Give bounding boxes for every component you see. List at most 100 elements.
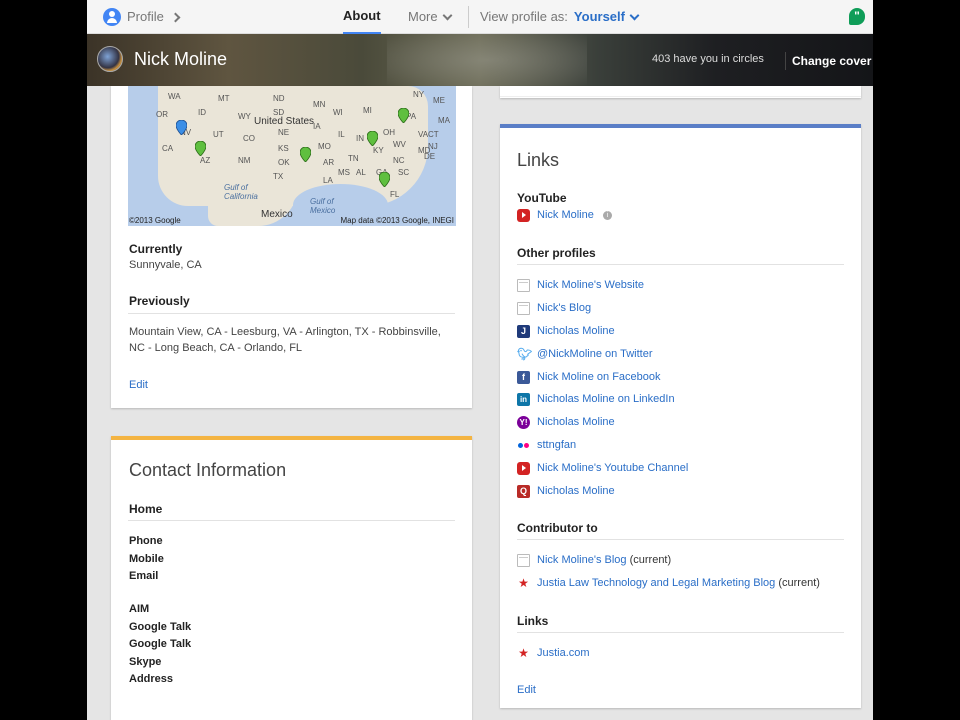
map-pin-blue[interactable]	[176, 120, 187, 135]
divider	[517, 632, 844, 633]
j-icon: J	[517, 324, 530, 338]
youtube-label: YouTube	[517, 191, 567, 205]
email-label: Email	[129, 570, 159, 582]
view-as-dropdown[interactable]: Yourself	[574, 1, 640, 33]
cover-bar: Nick Moline 403 have you in circles Chan…	[87, 34, 873, 86]
chevron-down-icon	[629, 10, 640, 20]
profile-menu-button[interactable]: Profile	[103, 0, 181, 34]
map-state-label: IL	[338, 130, 345, 139]
map-state-label: OK	[278, 158, 290, 167]
profile-page: Profile About More View profile as: Your…	[87, 0, 873, 720]
tab-about[interactable]: About	[343, 0, 381, 34]
map-state-label: NY	[413, 90, 425, 99]
other-profile-link[interactable]: in Nicholas Moline on LinkedIn	[517, 391, 675, 407]
other-profile-link[interactable]: 🐦︎ @NickMoline on Twitter	[517, 346, 653, 362]
justia-icon: ★	[518, 575, 529, 590]
page-icon	[517, 301, 530, 315]
youtube-link-label: Nick Moline	[537, 209, 594, 221]
links-card: Links YouTube Nick Moline i Other profil…	[500, 124, 861, 708]
contributor-link[interactable]: ★ Justia Law Technology and Legal Market…	[517, 575, 820, 591]
other-profile-link[interactable]: Nick Moline's Website	[517, 277, 644, 293]
other-profile-label: Nick Moline on Facebook	[537, 371, 661, 383]
map-pin-green[interactable]	[379, 172, 390, 187]
change-cover-button[interactable]: Change cover	[785, 52, 871, 70]
currently-value: Sunnyvale, CA	[129, 259, 202, 271]
contributor-status: (current)	[778, 577, 820, 589]
aim-label: AIM	[129, 603, 150, 615]
youtube-link[interactable]: Nick Moline i	[517, 207, 612, 223]
map-state-label: NE	[278, 128, 290, 137]
previously-label: Previously	[129, 294, 190, 308]
website-link-label: Justia.com	[537, 647, 590, 659]
website-link[interactable]: ★ Justia.com	[517, 645, 590, 661]
map-pin-green[interactable]	[300, 147, 311, 162]
facebook-icon: f	[517, 370, 530, 384]
map-state-label: ID	[198, 108, 206, 117]
view-as-label: View profile as:	[480, 9, 568, 24]
places-edit-link[interactable]: Edit	[129, 377, 148, 393]
map-state-label: AL	[356, 168, 366, 177]
other-profile-link[interactable]: f Nick Moline on Facebook	[517, 369, 661, 385]
map-state-label: OR	[156, 110, 168, 119]
map-state-label: AR	[323, 158, 335, 167]
person-icon	[103, 8, 121, 26]
address-label: Address	[129, 673, 174, 685]
other-profile-label: Nick's Blog	[537, 302, 592, 314]
chevron-down-icon	[442, 10, 453, 20]
other-profile-link[interactable]: Y! Nicholas Moline	[517, 414, 615, 430]
phone-label: Phone	[129, 535, 163, 547]
contact-title: Contact Information	[129, 460, 287, 480]
other-profile-link[interactable]: Nick Moline's Youtube Channel	[517, 460, 688, 476]
map-state-label: IA	[313, 122, 321, 131]
other-profile-link[interactable]: J Nicholas Moline	[517, 323, 615, 339]
chevron-right-icon	[170, 12, 181, 22]
hangouts-icon[interactable]: "	[849, 8, 865, 25]
divider	[517, 539, 844, 540]
youtube-icon	[517, 208, 530, 222]
places-map[interactable]: United States Mexico Gulf of California …	[128, 86, 456, 226]
map-data-credit: Map data ©2013 Google, INEGI	[340, 216, 454, 225]
flickr-icon	[517, 439, 530, 452]
other-profile-link[interactable]: sttngfan	[517, 437, 576, 453]
divider	[128, 313, 455, 314]
map-state-label: UT	[213, 130, 224, 139]
contributor-label: Contributor to	[517, 521, 598, 535]
contributor-label-text: Nick Moline's Blog	[537, 554, 627, 566]
avatar[interactable]	[97, 46, 123, 72]
map-state-label: LA	[323, 176, 333, 185]
home-label: Home	[129, 502, 163, 516]
divider	[500, 96, 861, 97]
map-state-label: MT	[218, 94, 230, 103]
divider	[128, 520, 455, 521]
map-state-label: TN	[348, 154, 359, 163]
story-card	[500, 86, 861, 98]
skype-label: Skype	[129, 656, 162, 668]
other-profile-label: Nicholas Moline on LinkedIn	[537, 393, 675, 405]
top-nav: Profile About More View profile as: Your…	[87, 0, 873, 34]
other-profile-link[interactable]: Nick's Blog	[517, 300, 591, 316]
contributor-link[interactable]: Nick Moline's Blog (current)	[517, 552, 671, 568]
map-pin-green[interactable]	[195, 141, 206, 156]
mobile-label: Mobile	[129, 553, 164, 565]
contributor-status: (current)	[629, 554, 672, 566]
map-pin-green[interactable]	[398, 108, 409, 123]
map-state-label: CO	[243, 134, 255, 143]
map-state-label: CT	[428, 130, 439, 139]
map-state-label: MI	[363, 106, 372, 115]
page-icon	[517, 278, 530, 292]
map-state-label: AZ	[200, 156, 211, 165]
links-edit-link[interactable]: Edit	[517, 682, 536, 698]
other-profile-label: sttngfan	[537, 439, 577, 451]
twitter-icon: 🐦︎	[517, 346, 533, 361]
tab-more[interactable]: More	[408, 0, 453, 34]
map-state-label: WV	[393, 140, 406, 149]
circles-count[interactable]: 403 have you in circles	[652, 53, 764, 65]
map-state-label: WY	[238, 112, 251, 121]
profile-name: Nick Moline	[134, 49, 228, 69]
other-profile-link[interactable]: Q Nicholas Moline	[517, 483, 615, 499]
other-profile-label: Nick Moline's Youtube Channel	[537, 462, 689, 474]
info-icon[interactable]: i	[602, 210, 612, 220]
map-pin-green[interactable]	[367, 131, 378, 146]
youtube-icon	[517, 461, 530, 475]
map-state-label: MD	[418, 146, 431, 155]
